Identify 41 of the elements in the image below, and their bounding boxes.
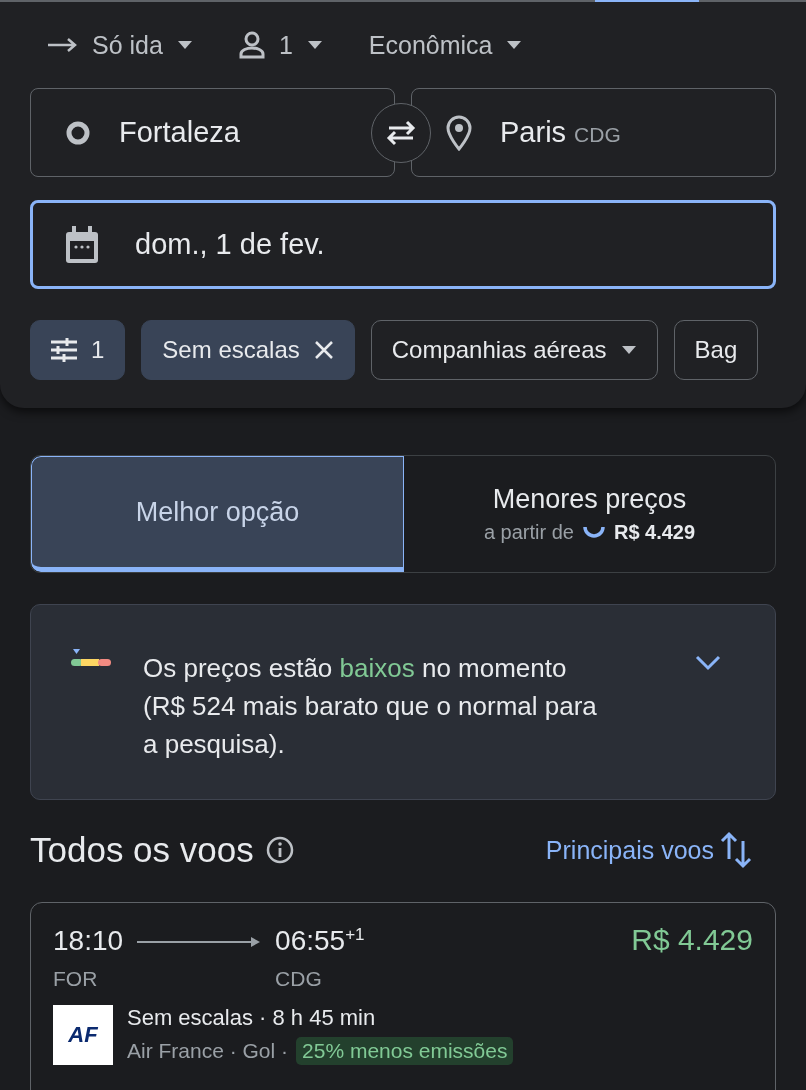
airport-code: FOR [53,967,99,992]
flight-card[interactable]: 18:10 FOR 06:55$^{+1}$ CDG R$ 4.429 AF Sem escalas · 8 h 45 min Air France · Gol · 25% menos emissões [30,902,776,1090]
origin-field[interactable]: Fortaleza [30,88,395,177]
sort-button[interactable]: Principais voos [545,831,752,869]
caret-icon [620,346,637,354]
sort-tab[interactable]: Melhor opção [31,456,404,572]
info-icon [265,836,294,864]
filter-chip[interactable]: Sem escalas [141,320,355,380]
calendar-icon [65,225,99,264]
filter-dropdown[interactable]: Companhias aéreas [370,320,658,380]
trip-type-dropdown[interactable]: Só ida [48,30,193,60]
person-icon [238,31,265,59]
sort-tab[interactable]: Menores preços a partir de R$ 4.429 [404,456,775,572]
airline-logo: AF [53,1005,113,1066]
price-insight-text: Os preços estão baixos no momento (R$ 524 mais barato que o normal para a pesquisa). [143,652,598,761]
section-title: Todos os voos [30,830,254,870]
passengers-dropdown[interactable]: 1 [238,30,323,60]
destination-field[interactable]: Paris CDG [411,88,776,177]
caret-icon [306,41,323,49]
location-pin-icon [446,114,472,151]
caret-icon [176,41,193,49]
arrow-right-icon [137,936,262,949]
airline-names: Air France · Gol · [127,1039,289,1064]
filter-dropdown[interactable]: Bag [673,320,759,380]
filter-sliders-icon [51,338,77,362]
sort-arrows-icon [720,831,752,869]
all-filters-button[interactable]: 1 [30,320,126,380]
flight-price: R$ 4.429 [631,923,753,957]
chevron-down-icon [695,655,721,671]
date-field[interactable]: dom., 1 de fev. [30,200,776,289]
price-level-icon [71,649,111,669]
airport-code: CDG [275,967,323,992]
arrival-time: 06:55$^{+1}$ [275,925,365,958]
cabin-class-dropdown[interactable]: Econômica [368,30,523,60]
caret-icon [506,41,523,49]
departure-time: 18:10 [53,925,124,958]
circle-icon [65,119,91,146]
emissions-badge: 25% menos emissões [296,1037,514,1066]
flight-details: Sem escalas · 8 h 45 min [127,1005,377,1032]
arrow-right-icon [48,38,78,52]
close-icon [313,340,334,360]
